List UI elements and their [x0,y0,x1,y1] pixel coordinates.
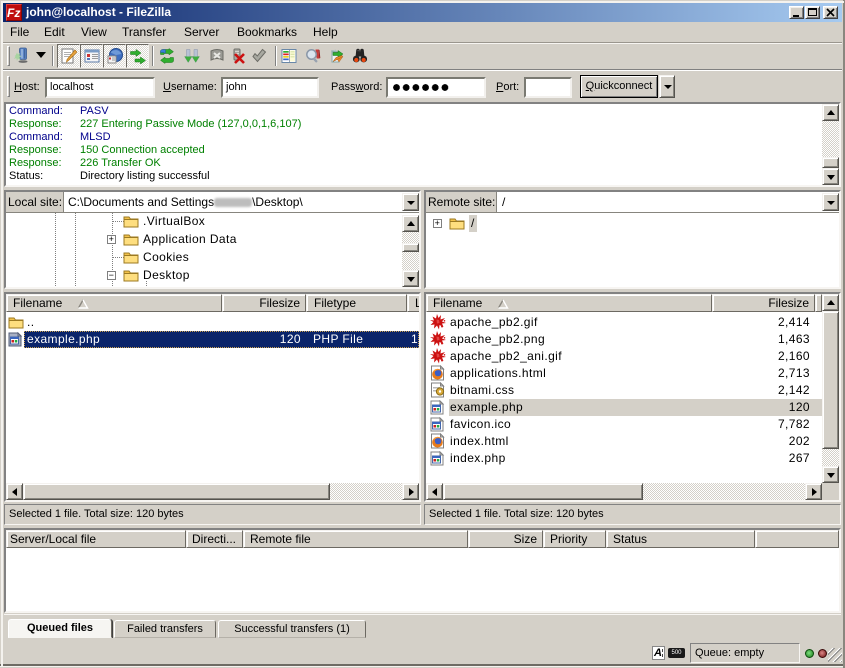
svg-text:Fz: Fz [7,6,20,20]
